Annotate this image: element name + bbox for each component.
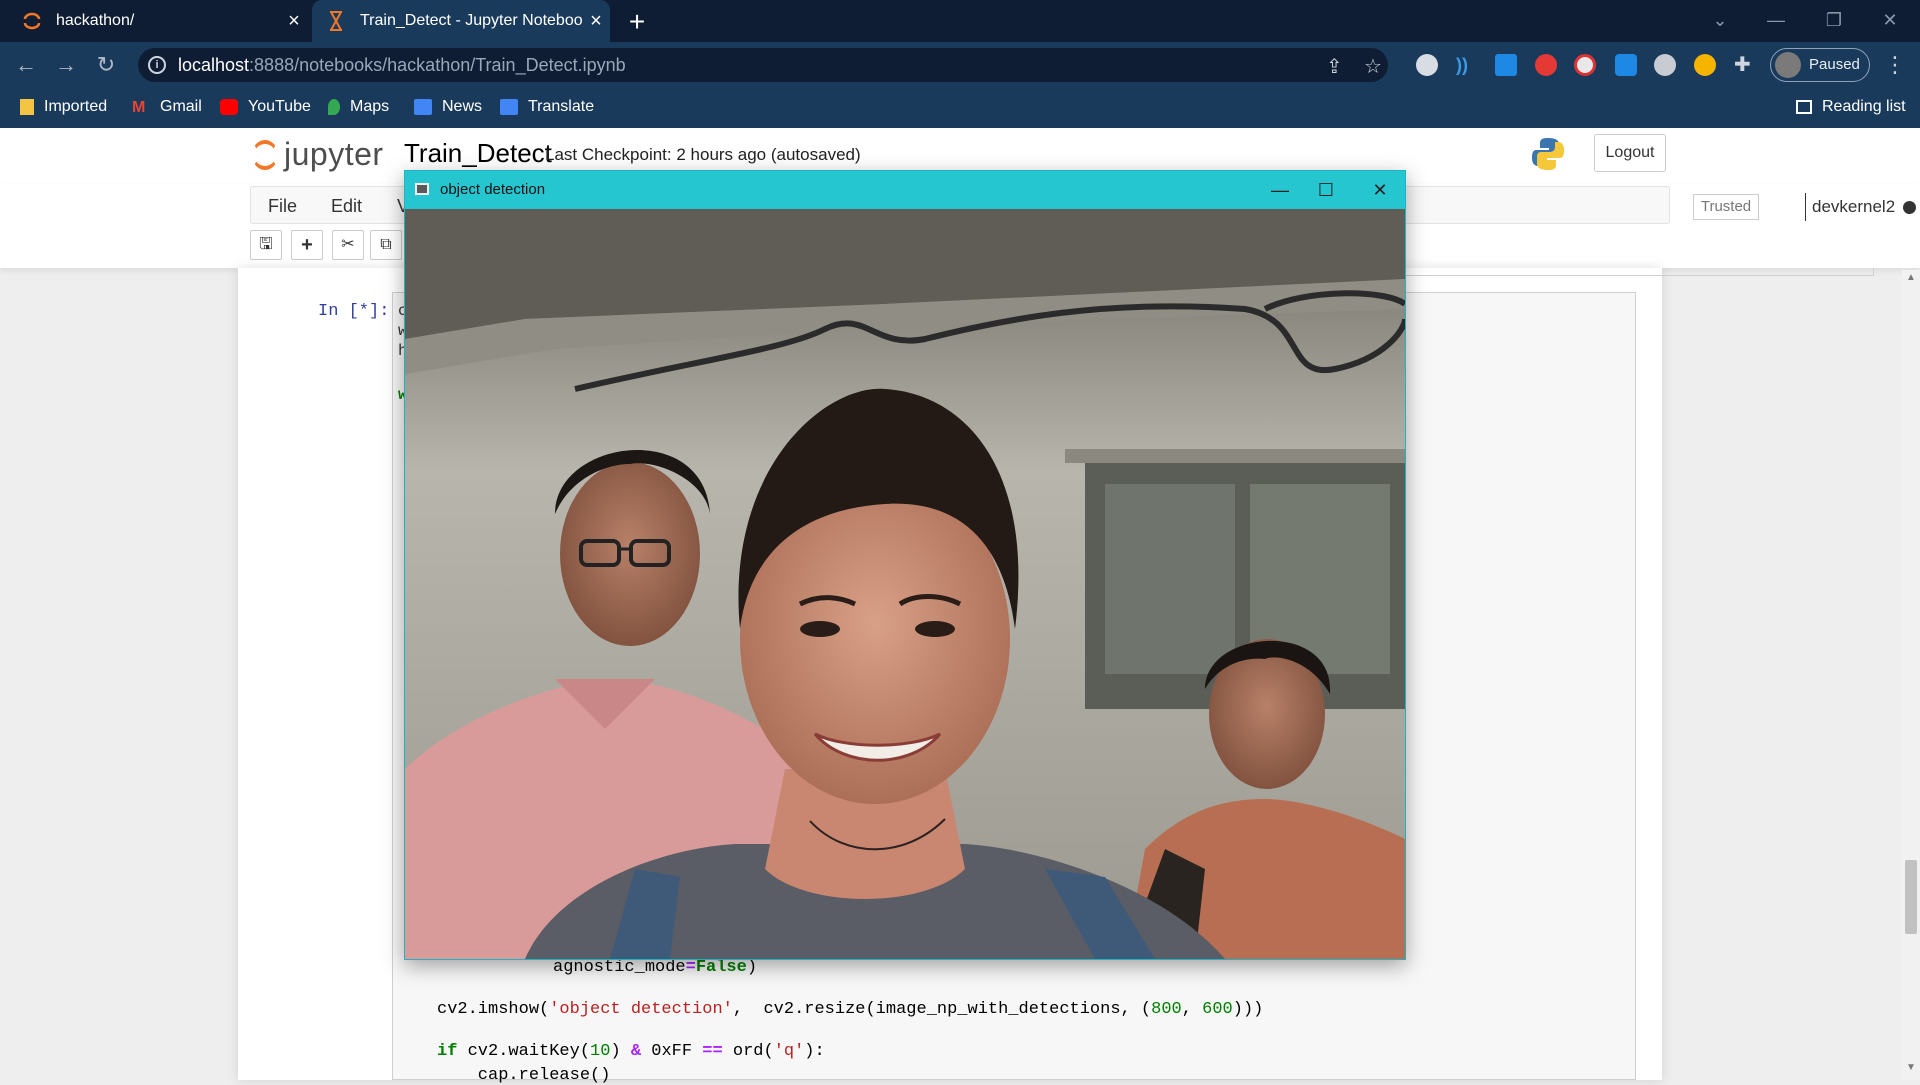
bookmark-news[interactable]: News <box>414 98 482 116</box>
tab-search-icon[interactable]: ⌄ <box>1692 0 1748 42</box>
tab-hackathon[interactable]: hackathon/ × <box>0 0 308 42</box>
jupyter-logo[interactable]: jupyter <box>252 136 384 173</box>
reading-list-icon <box>1796 100 1812 114</box>
tab-close-icon[interactable]: × <box>280 10 308 33</box>
cv-minimize-icon[interactable]: — <box>1257 175 1303 205</box>
object-detection-window[interactable]: object detection — ☐ ✕ <box>404 170 1406 960</box>
translate-icon <box>500 99 518 115</box>
save-icon[interactable]: 🖫 <box>250 230 282 260</box>
logout-button[interactable]: Logout <box>1594 134 1666 172</box>
jupyter-favicon-icon <box>22 11 42 31</box>
browser-menu-icon[interactable]: ⋮ <box>1884 52 1906 78</box>
bookmark-star-icon[interactable]: ☆ <box>1364 54 1382 79</box>
menu-edit[interactable]: Edit <box>331 196 362 217</box>
extension-hand-icon[interactable] <box>1535 54 1557 76</box>
youtube-icon <box>220 99 238 115</box>
python-logo-icon <box>1530 136 1566 172</box>
checkpoint-status: Last Checkpoint: 2 hours ago (autosaved) <box>545 145 861 164</box>
code-line: cap.release() <box>437 1066 611 1085</box>
code-line: if cv2.waitKey(10) & 0xFF == ord('q'): <box>437 1042 825 1061</box>
code-line: agnostic_mode=False) <box>553 958 758 977</box>
kernel-name[interactable]: devkernel2 <box>1805 193 1895 221</box>
new-tab-button[interactable]: + <box>622 6 652 38</box>
tab-title: hackathon/ <box>56 12 135 29</box>
share-icon[interactable]: ⇪ <box>1326 54 1343 79</box>
bookmark-gmail[interactable]: M Gmail <box>132 98 202 116</box>
code-line: cv2.imshow('object detection', cv2.resiz… <box>437 1000 1264 1019</box>
hourglass-icon <box>326 11 346 31</box>
cv-window-titlebar[interactable]: object detection — ☐ ✕ <box>405 171 1405 209</box>
scroll-down-icon[interactable]: ▼ <box>1906 1062 1916 1073</box>
extension-glasses-icon[interactable] <box>1654 54 1676 76</box>
back-icon[interactable]: ← <box>12 51 40 79</box>
forward-icon[interactable]: → <box>52 51 80 79</box>
webcam-image <box>405 209 1405 959</box>
close-window-icon[interactable]: ✕ <box>1862 0 1918 42</box>
bookmark-translate[interactable]: Translate <box>500 98 594 116</box>
browser-toolbar: ← → ↻ i localhost:8888/notebooks/hackath… <box>0 42 1920 88</box>
reload-icon[interactable]: ↻ <box>92 51 120 79</box>
extension-audio-icon[interactable]: )) <box>1456 54 1478 76</box>
notebook-title[interactable]: Train_Detect <box>404 138 552 169</box>
jupyter-ring-icon <box>252 139 278 170</box>
tab-title: Train_Detect - Jupyter Notebook <box>360 12 582 29</box>
bookmark-youtube[interactable]: YouTube <box>220 98 311 116</box>
copy-icon[interactable]: ⧉ <box>370 230 402 260</box>
menu-file[interactable]: File <box>268 196 297 217</box>
bookmark-imported[interactable]: Imported <box>20 98 107 116</box>
insert-cell-icon[interactable]: + <box>291 230 323 260</box>
restore-icon[interactable]: ❐ <box>1806 0 1862 42</box>
news-icon <box>414 99 432 115</box>
tab-train-detect[interactable]: Train_Detect - Jupyter Notebook × <box>312 0 610 42</box>
url-text[interactable]: localhost:8888/notebooks/hackathon/Train… <box>178 55 626 76</box>
maps-pin-icon <box>328 99 340 115</box>
site-info-icon[interactable]: i <box>148 56 166 74</box>
extension-balls-icon[interactable] <box>1694 54 1716 76</box>
webcam-frame <box>405 209 1405 959</box>
trusted-indicator[interactable]: Trusted <box>1693 194 1759 220</box>
cv-window-title: object detection <box>440 181 546 198</box>
bookmarks-bar: Imported M Gmail YouTube Maps News Transl… <box>0 88 1920 128</box>
page-scrollbar[interactable]: ▲ ▼ <box>1902 270 1920 1080</box>
tab-strip: hackathon/ × Train_Detect - Jupyter Note… <box>0 0 1920 42</box>
minimize-icon[interactable]: — <box>1748 0 1804 42</box>
scrollbar-thumb[interactable] <box>1905 860 1917 934</box>
window-app-icon <box>415 183 429 195</box>
extension-p-icon[interactable] <box>1615 54 1637 76</box>
folder-icon <box>20 99 34 115</box>
cut-icon[interactable]: ✂ <box>332 230 364 260</box>
reading-list-button[interactable]: Reading list <box>1796 98 1906 116</box>
extensions-puzzle-icon[interactable]: ✚ <box>1734 54 1756 76</box>
gmail-icon: M <box>132 99 146 116</box>
address-bar[interactable]: i localhost:8888/notebooks/hackathon/Tra… <box>138 48 1388 82</box>
extension-icon[interactable] <box>1416 54 1438 76</box>
cv-maximize-icon[interactable]: ☐ <box>1303 175 1349 205</box>
previous-cell-edge <box>1382 268 1874 276</box>
extension-s-icon[interactable] <box>1495 54 1517 76</box>
scroll-up-icon[interactable]: ▲ <box>1906 272 1916 283</box>
profile-button[interactable]: Paused <box>1770 48 1870 82</box>
bookmark-maps[interactable]: Maps <box>328 98 389 116</box>
cv-close-icon[interactable]: ✕ <box>1357 175 1403 205</box>
tab-close-icon[interactable]: × <box>582 10 610 33</box>
extension-block-icon[interactable] <box>1574 54 1596 76</box>
cell-prompt: In [*]: <box>318 302 390 321</box>
avatar <box>1775 52 1801 78</box>
kernel-busy-indicator <box>1903 201 1916 214</box>
